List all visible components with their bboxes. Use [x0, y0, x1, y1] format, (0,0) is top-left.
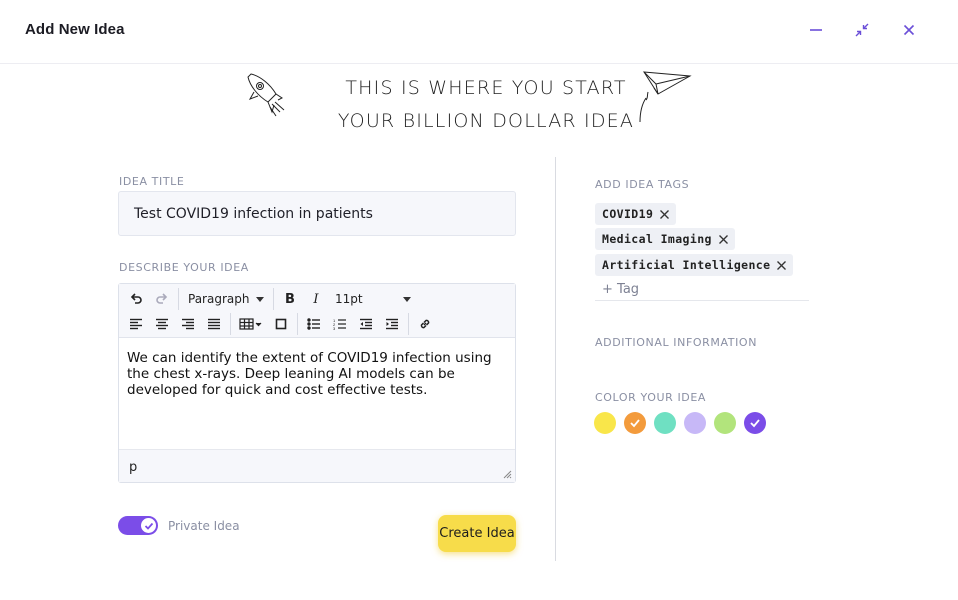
- indent-button[interactable]: [379, 313, 405, 335]
- column-divider: [555, 157, 556, 561]
- block-format-select[interactable]: Paragraph: [182, 288, 270, 310]
- idea-title-value: Test COVID19 infection in patients: [134, 205, 373, 222]
- remove-tag-icon[interactable]: [659, 209, 670, 220]
- font-size-value: 11pt: [335, 292, 363, 306]
- color-swatch[interactable]: [684, 412, 706, 434]
- numbered-list-icon: 123: [333, 318, 346, 330]
- bullet-list-button[interactable]: [301, 313, 327, 335]
- resize-handle-icon[interactable]: [503, 470, 512, 479]
- check-icon: [630, 419, 640, 428]
- toggle-knob: [141, 518, 156, 533]
- color-swatch[interactable]: [714, 412, 736, 434]
- align-center-icon: [156, 318, 168, 330]
- bold-button[interactable]: B: [277, 288, 303, 310]
- justify-icon: [208, 318, 220, 330]
- editor-toolbar: Paragraph B I 11pt 1 2 3: [119, 284, 515, 338]
- editor-content[interactable]: We can identify the extent of COVID19 in…: [127, 350, 507, 398]
- element-path: p: [129, 460, 138, 475]
- check-icon: [750, 419, 760, 428]
- rich-text-editor: Paragraph B I 11pt 1 2 3 We can identify…: [118, 283, 516, 483]
- color-swatch[interactable]: [624, 412, 646, 434]
- link-button[interactable]: [412, 313, 438, 335]
- dialog-title: Add New Idea: [25, 21, 125, 38]
- paper-plane-icon: [639, 71, 692, 123]
- dialog-header: Add New Idea: [0, 0, 958, 64]
- italic-icon: I: [313, 291, 319, 307]
- undo-button[interactable]: [123, 288, 149, 310]
- bold-icon: B: [285, 291, 295, 307]
- tag-label: Medical Imaging: [602, 232, 712, 246]
- outdent-icon: [360, 318, 372, 330]
- italic-button[interactable]: I: [303, 288, 329, 310]
- private-idea-toggle[interactable]: [118, 516, 158, 535]
- hero-line-2: YOUR BILLION DOLLAR IDEA: [337, 110, 635, 132]
- hero-banner: THIS IS WHERE YOU START YOUR BILLION DOL…: [0, 73, 958, 143]
- tag-label: COVID19: [602, 207, 654, 221]
- justify-button[interactable]: [201, 313, 227, 335]
- add-tags-label: ADD IDEA TAGS: [595, 178, 690, 191]
- tag-chip: COVID19: [595, 203, 677, 225]
- check-icon: [144, 522, 153, 530]
- toolbar-row-2: 123: [123, 312, 438, 336]
- close-button[interactable]: [897, 18, 921, 42]
- private-idea-label: Private Idea: [168, 519, 240, 533]
- toolbar-divider: [230, 313, 231, 335]
- redo-icon: [156, 293, 168, 304]
- tag-input[interactable]: + Tag: [595, 279, 809, 301]
- color-swatch[interactable]: [744, 412, 766, 434]
- toolbar-divider: [273, 288, 274, 310]
- toolbar-row-1: Paragraph B I 11pt: [123, 287, 417, 311]
- describe-idea-label: DESCRIBE YOUR IDEA: [119, 261, 249, 274]
- tag-chip: Medical Imaging: [595, 228, 735, 250]
- collapse-icon: [855, 23, 869, 37]
- minimize-icon: [810, 29, 822, 31]
- toolbar-divider: [297, 313, 298, 335]
- numbered-list-button[interactable]: 123: [327, 313, 353, 335]
- collapse-button[interactable]: [850, 18, 874, 42]
- toolbar-divider: [408, 313, 409, 335]
- redo-button[interactable]: [149, 288, 175, 310]
- additional-info-label[interactable]: ADDITIONAL INFORMATION: [595, 336, 757, 349]
- align-right-button[interactable]: [175, 313, 201, 335]
- minimize-button[interactable]: [804, 18, 828, 42]
- close-icon: [903, 24, 915, 36]
- color-swatch[interactable]: [594, 412, 616, 434]
- align-left-icon: [130, 318, 142, 330]
- font-size-select[interactable]: 11pt: [329, 288, 417, 310]
- tag-label: Artificial Intelligence: [602, 258, 771, 272]
- bullet-list-icon: [307, 318, 320, 330]
- chevron-down-icon: [256, 296, 264, 302]
- block-format-value: Paragraph: [188, 292, 250, 306]
- link-icon: [420, 319, 430, 329]
- color-idea-label: COLOR YOUR IDEA: [595, 391, 707, 404]
- align-right-icon: [182, 318, 194, 330]
- idea-title-input[interactable]: Test COVID19 infection in patients: [118, 191, 516, 236]
- color-swatch[interactable]: [654, 412, 676, 434]
- svg-text:3: 3: [333, 326, 336, 330]
- remove-tag-icon[interactable]: [776, 260, 787, 271]
- table-button[interactable]: [234, 313, 268, 335]
- remove-tag-icon[interactable]: [718, 234, 729, 245]
- outdent-button[interactable]: [353, 313, 379, 335]
- align-center-button[interactable]: [149, 313, 175, 335]
- indent-icon: [386, 318, 398, 330]
- border-button[interactable]: [268, 313, 294, 335]
- chevron-down-icon: [403, 296, 411, 302]
- idea-title-label: IDEA TITLE: [119, 175, 185, 188]
- tag-chip: Artificial Intelligence: [595, 254, 794, 276]
- create-idea-button[interactable]: Create Idea: [438, 515, 516, 552]
- border-icon: [275, 318, 287, 330]
- align-left-button[interactable]: [123, 313, 149, 335]
- table-icon: [239, 318, 262, 330]
- undo-icon: [130, 293, 142, 304]
- rocket-icon: [247, 73, 285, 117]
- toolbar-divider: [178, 288, 179, 310]
- hero-line-1: THIS IS WHERE YOU START: [345, 77, 627, 99]
- editor-statusbar: p: [119, 449, 515, 482]
